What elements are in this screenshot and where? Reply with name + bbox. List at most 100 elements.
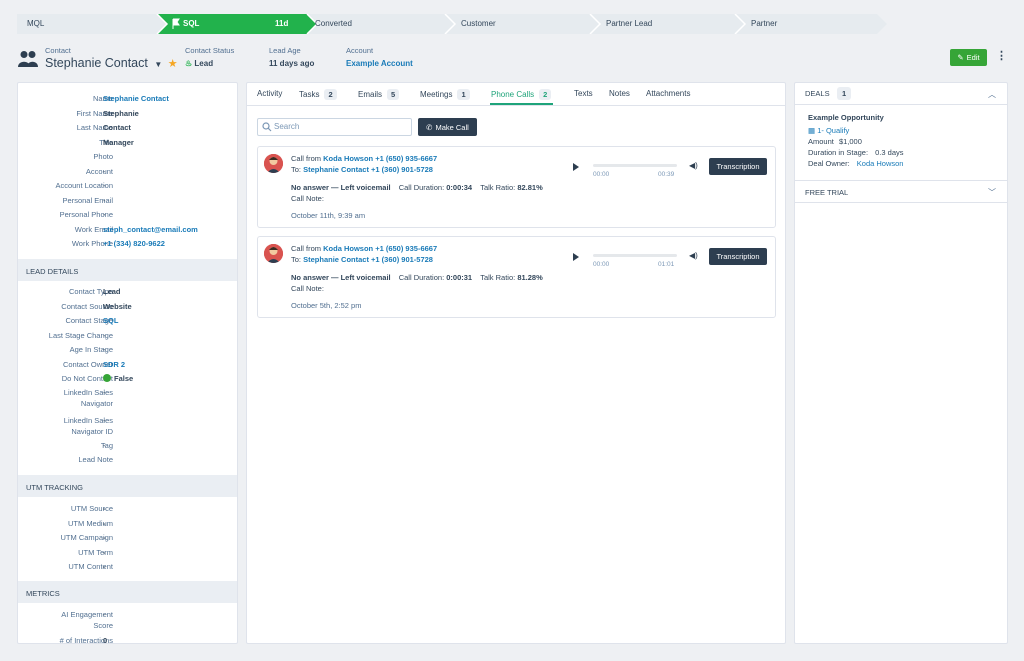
deal-owner-link[interactable]: Koda Howson bbox=[857, 159, 904, 168]
status-dot-icon bbox=[103, 374, 111, 382]
field-value: - bbox=[103, 166, 106, 176]
callee-phone-link[interactable]: +1 (360) 901-5728 bbox=[371, 255, 433, 264]
call-card: Call from Koda Howson +1 (650) 935-6667 … bbox=[257, 236, 776, 318]
tab-emails[interactable]: Emails 5 bbox=[358, 89, 400, 100]
account-link[interactable]: Example Account bbox=[346, 59, 413, 68]
free-trial-header[interactable]: FREE TRIAL ﹀ bbox=[795, 180, 1007, 203]
tab-count-badge: 5 bbox=[387, 89, 400, 100]
stage-sql-shape bbox=[157, 14, 317, 34]
field-value: - bbox=[103, 441, 106, 450]
deal-duration: Duration in Stage: 0.3 days bbox=[808, 148, 904, 157]
talk-ratio-label: Talk Ratio: bbox=[480, 273, 516, 282]
transcription-button[interactable]: Transcription bbox=[709, 158, 767, 175]
call-outcome: No answer — Left voicemail bbox=[291, 183, 391, 192]
field-value: - bbox=[103, 345, 106, 354]
make-call-button[interactable]: ✆ Make Call bbox=[418, 118, 477, 136]
deal-name[interactable]: Example Opportunity bbox=[808, 113, 884, 122]
deal-stage[interactable]: ▦ 1- Qualify bbox=[808, 126, 849, 135]
contact-details-panel: Name Stephanie Contact First Name Stepha… bbox=[17, 82, 238, 644]
deals-count: 1 bbox=[837, 87, 852, 100]
callee-name-link[interactable]: Stephanie Contact bbox=[303, 165, 369, 174]
audio-progress-bar[interactable] bbox=[593, 254, 677, 257]
field-label-line2: Navigator ID bbox=[71, 427, 113, 436]
field-value[interactable]: SDR 2 bbox=[103, 359, 125, 370]
deals-title: DEALS bbox=[805, 89, 830, 98]
edit-button[interactable]: ✎ Edit bbox=[950, 49, 987, 66]
tab-texts[interactable]: Texts bbox=[574, 89, 593, 98]
tab-tasks[interactable]: Tasks 2 bbox=[299, 89, 337, 100]
call-from-prefix: Call from bbox=[291, 154, 322, 163]
tab-phone-calls[interactable]: Phone Calls 2 bbox=[491, 89, 552, 100]
tab-label: Attachments bbox=[646, 89, 691, 98]
field-label: Lead Note bbox=[78, 455, 113, 464]
play-icon[interactable] bbox=[573, 163, 579, 171]
field-label-line2: Score bbox=[93, 621, 113, 630]
callee-phone-link[interactable]: +1 (360) 901-5728 bbox=[371, 165, 433, 174]
field-label: Photo bbox=[93, 152, 113, 161]
callee-name-link[interactable]: Stephanie Contact bbox=[303, 255, 369, 264]
field-value[interactable]: +1 (334) 820-9622 bbox=[103, 238, 165, 249]
more-options-icon[interactable]: ⋮ bbox=[996, 51, 1007, 62]
field-value: Stephanie bbox=[103, 108, 139, 118]
field-value[interactable]: Stephanie Contact bbox=[103, 93, 169, 104]
deals-header[interactable]: DEALS 1 ︿ bbox=[795, 83, 1007, 105]
stage-mql[interactable]: MQL bbox=[27, 19, 44, 28]
call-to-line: To: Stephanie Contact +1 (360) 901-5728 bbox=[291, 165, 433, 174]
deal-owner-label: Deal Owner: bbox=[808, 159, 850, 168]
star-icon[interactable]: ★ bbox=[168, 58, 178, 70]
stage-partner[interactable]: Partner bbox=[751, 19, 777, 28]
transcription-button[interactable]: Transcription bbox=[709, 248, 767, 265]
audio-time-start: 00:00 bbox=[593, 171, 610, 178]
volume-icon[interactable]: ◀) bbox=[689, 251, 698, 260]
chevron-down-icon[interactable]: ﹀ bbox=[988, 187, 996, 198]
play-icon[interactable] bbox=[573, 253, 579, 261]
caller-name-link[interactable]: Koda Howson bbox=[323, 244, 373, 253]
tab-label: Texts bbox=[574, 89, 593, 98]
call-stats: No answer — Left voicemail Call Duration… bbox=[291, 273, 543, 282]
lead-details-header[interactable]: LEAD DETAILS bbox=[18, 259, 237, 281]
field-value: - bbox=[103, 388, 106, 397]
tab-label: Activity bbox=[257, 89, 283, 98]
tab-label: Phone Calls bbox=[491, 90, 535, 99]
field-value[interactable]: steph_contact@email.com bbox=[103, 224, 198, 235]
search-placeholder: Search bbox=[274, 122, 300, 131]
metrics-header[interactable]: METRICS bbox=[18, 581, 237, 603]
tab-activity[interactable]: Activity bbox=[257, 89, 282, 98]
call-to-prefix: To: bbox=[291, 255, 302, 264]
call-note-label: Call Note: bbox=[291, 284, 324, 293]
field-value: - bbox=[103, 210, 106, 219]
stage-sql[interactable]: SQL bbox=[183, 19, 199, 28]
volume-icon[interactable]: ◀) bbox=[689, 161, 698, 170]
caller-phone-link[interactable]: +1 (650) 935-6667 bbox=[375, 244, 437, 253]
search-icon bbox=[262, 122, 272, 132]
audio-progress-bar[interactable] bbox=[593, 164, 677, 167]
call-duration-label: Call Duration: bbox=[398, 183, 445, 192]
call-from-line: Call from Koda Howson +1 (650) 935-6667 bbox=[291, 154, 437, 163]
stage-partner-lead[interactable]: Partner Lead bbox=[606, 19, 652, 28]
chevron-up-icon[interactable]: ︿ bbox=[988, 89, 996, 100]
field-value: False bbox=[103, 373, 133, 384]
audio-time-start: 00:00 bbox=[593, 261, 610, 268]
caller-name-link[interactable]: Koda Howson bbox=[323, 154, 373, 163]
tab-notes[interactable]: Notes bbox=[609, 89, 630, 98]
stage-converted[interactable]: Converted bbox=[315, 19, 352, 28]
call-note-label: Call Note: bbox=[291, 194, 324, 203]
call-duration-value: 0:00:31 bbox=[446, 273, 473, 282]
call-date: October 5th, 2:52 pm bbox=[291, 301, 362, 310]
caller-phone-link[interactable]: +1 (650) 935-6667 bbox=[375, 154, 437, 163]
field-label: Age In Stage bbox=[69, 345, 113, 354]
contact-name: Stephanie Contact ▼ ★ bbox=[45, 56, 178, 70]
call-duration-label: Call Duration: bbox=[398, 273, 445, 282]
search-input[interactable]: Search bbox=[257, 118, 412, 136]
tab-meetings[interactable]: Meetings 1 bbox=[420, 89, 470, 100]
tab-attachments[interactable]: Attachments bbox=[646, 89, 690, 98]
deal-owner: Deal Owner: Koda Howson bbox=[808, 159, 903, 168]
pencil-icon: ✎ bbox=[957, 53, 964, 62]
field-value[interactable]: SQL bbox=[103, 315, 118, 326]
tab-count-badge: 2 bbox=[324, 89, 337, 100]
utm-tracking-header[interactable]: UTM TRACKING bbox=[18, 475, 237, 497]
stage-sql-days: 11d bbox=[275, 19, 289, 28]
deal-duration-label: Duration in Stage: bbox=[808, 148, 869, 157]
stage-customer[interactable]: Customer bbox=[461, 19, 496, 28]
caret-down-icon[interactable]: ▼ bbox=[154, 60, 162, 69]
